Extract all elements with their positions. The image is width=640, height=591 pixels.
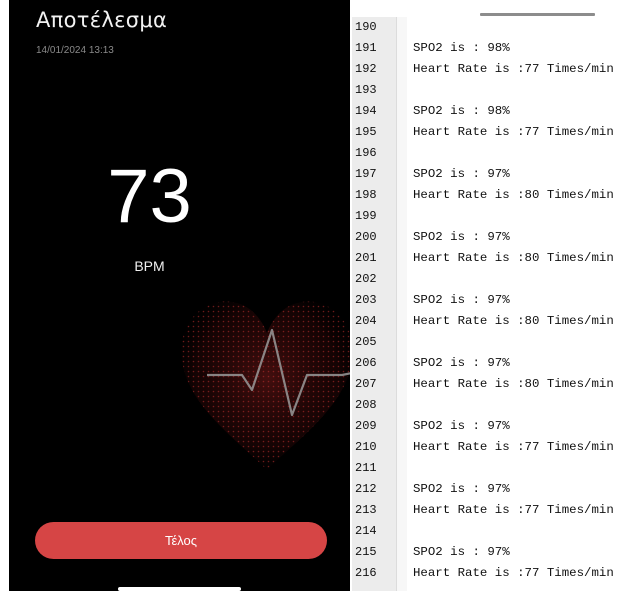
- log-line: Heart Rate is :77 Times/min: [413, 440, 614, 454]
- line-number: 205: [355, 335, 377, 349]
- log-line: Heart Rate is :77 Times/min: [413, 62, 614, 76]
- horizontal-scrollbar[interactable]: [480, 13, 595, 16]
- line-number: 200: [355, 230, 377, 244]
- line-number-gutter: 190 191 192 193 194 195 196 197 198 199 200 201 202 2…: [352, 17, 396, 591]
- line-number: 214: [355, 524, 377, 538]
- log-line: Heart Rate is :80 Times/min: [413, 377, 614, 391]
- log-text-area[interactable]: SPO2 is : 98% Heart Rate is :77 Times/min…: [413, 17, 640, 584]
- line-number: 213: [355, 503, 377, 517]
- line-number: 193: [355, 83, 377, 97]
- phone-screen: Αποτέλεσμα 14/01/2024 13:13 73 BPM Τέλος: [9, 0, 350, 591]
- log-line: SPO2 is : 97%: [413, 356, 510, 370]
- log-line: SPO2 is : 97%: [413, 482, 510, 496]
- log-line: SPO2 is : 97%: [413, 545, 510, 559]
- heart-pulse-icon: [181, 301, 350, 470]
- log-line: Heart Rate is :80 Times/min: [413, 314, 614, 328]
- log-line: SPO2 is : 97%: [413, 293, 510, 307]
- page-title: Αποτέλεσμα: [36, 8, 168, 32]
- line-number: 197: [355, 167, 377, 181]
- heart-rate-value: 73: [107, 154, 192, 239]
- line-number: 194: [355, 104, 377, 118]
- log-line: SPO2 is : 98%: [413, 104, 510, 118]
- line-number: 207: [355, 377, 377, 391]
- line-number: 203: [355, 293, 377, 307]
- log-line: Heart Rate is :80 Times/min: [413, 188, 614, 202]
- line-number: 191: [355, 41, 377, 55]
- line-number: 206: [355, 356, 377, 370]
- line-number: 208: [355, 398, 377, 412]
- line-number: 216: [355, 566, 377, 580]
- line-number: 190: [355, 20, 377, 34]
- line-number: 209: [355, 419, 377, 433]
- log-line: Heart Rate is :77 Times/min: [413, 566, 614, 580]
- log-line: SPO2 is : 97%: [413, 419, 510, 433]
- log-line: Heart Rate is :77 Times/min: [413, 503, 614, 517]
- line-number: 201: [355, 251, 377, 265]
- line-number: 211: [355, 461, 377, 475]
- line-number: 196: [355, 146, 377, 160]
- log-line: Heart Rate is :77 Times/min: [413, 125, 614, 139]
- line-number: 192: [355, 62, 377, 76]
- line-number: 195: [355, 125, 377, 139]
- log-line: Heart Rate is :80 Times/min: [413, 251, 614, 265]
- heart-rate-unit: BPM: [134, 258, 165, 274]
- gutter-divider: [396, 17, 407, 591]
- log-line: SPO2 is : 97%: [413, 230, 510, 244]
- log-editor[interactable]: 190 191 192 193 194 195 196 197 198 199 200 201 202 2…: [350, 0, 640, 591]
- line-number: 204: [355, 314, 377, 328]
- home-indicator[interactable]: [118, 587, 241, 591]
- line-number: 215: [355, 545, 377, 559]
- log-line: SPO2 is : 98%: [413, 41, 510, 55]
- line-number: 202: [355, 272, 377, 286]
- line-number: 199: [355, 209, 377, 223]
- log-line: SPO2 is : 97%: [413, 167, 510, 181]
- line-number: 210: [355, 440, 377, 454]
- measurement-timestamp: 14/01/2024 13:13: [36, 45, 114, 56]
- end-button[interactable]: Τέλος: [35, 522, 327, 559]
- line-number: 198: [355, 188, 377, 202]
- line-number: 212: [355, 482, 377, 496]
